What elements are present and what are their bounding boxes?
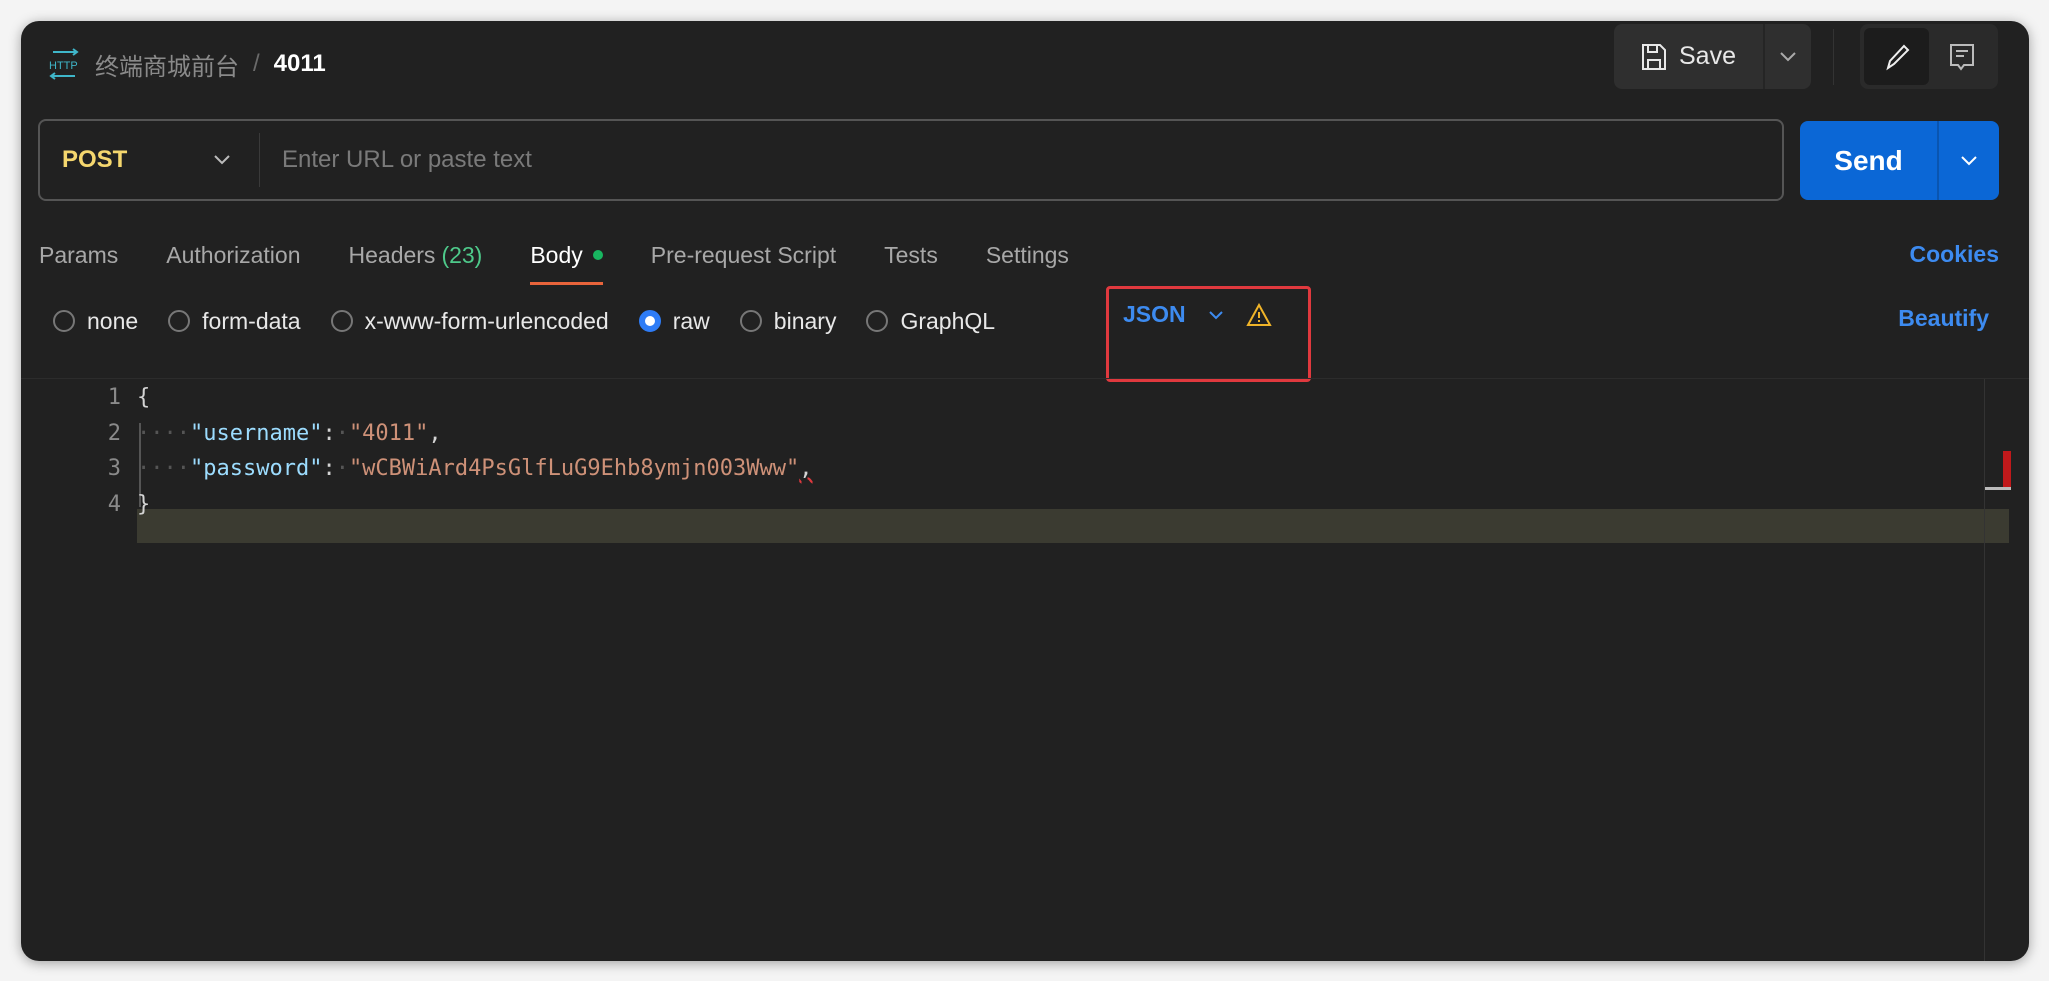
- json-value: "4011": [348, 421, 429, 446]
- radio-label: none: [87, 307, 139, 334]
- breadcrumb-separator: /: [253, 50, 260, 77]
- comment-icon: [1949, 43, 1974, 71]
- tab-authorization[interactable]: Authorization: [166, 227, 300, 283]
- save-group: Save: [1614, 24, 1811, 89]
- brace: {: [137, 385, 151, 410]
- save-icon: [1642, 43, 1666, 70]
- headers-count: (23): [441, 241, 483, 268]
- code-line: ····"password":·"wCBWiArd4PsGlfLuG9Ehb8y…: [137, 456, 813, 481]
- request-name[interactable]: 4011: [274, 50, 326, 78]
- radio-circle: [168, 310, 191, 332]
- request-tabs: Params Authorization Headers (23) Body Pr…: [39, 227, 1069, 285]
- code-line: {: [137, 385, 150, 410]
- comma: ,: [428, 421, 442, 446]
- tab-label: Settings: [985, 241, 1069, 268]
- code-editor[interactable]: 1 2 3 4 { ····"username":·"4011", ····"p…: [21, 378, 2029, 961]
- code-line: ····"username":·"4011",: [137, 421, 442, 446]
- tab-tests[interactable]: Tests: [884, 227, 938, 283]
- tab-label: Authorization: [166, 241, 301, 268]
- tab-label: Pre-request Script: [650, 241, 837, 268]
- json-key: "username": [189, 421, 323, 446]
- json-key: "password": [189, 456, 323, 481]
- comma-error: ,: [799, 456, 813, 481]
- tab-label: Tests: [884, 241, 938, 268]
- radio-label: binary: [773, 307, 837, 334]
- colon: :: [322, 421, 336, 446]
- cookies-link[interactable]: Cookies: [1910, 241, 1999, 268]
- highlight-box: [1106, 286, 1311, 382]
- tab-pre-request-script[interactable]: Pre-request Script: [651, 227, 836, 283]
- chevron-down-icon: [1961, 155, 1977, 165]
- save-options-button[interactable]: [1763, 24, 1811, 89]
- line-number: 4: [107, 492, 121, 517]
- beautify-link[interactable]: Beautify: [1898, 305, 1989, 332]
- save-button[interactable]: Save: [1614, 24, 1763, 89]
- edit-button[interactable]: [1864, 28, 1929, 85]
- radio-circle: [866, 310, 889, 332]
- radio-label: GraphQL: [900, 307, 996, 334]
- radio-circle: [739, 310, 762, 332]
- code-line: }: [137, 492, 150, 517]
- method-label: POST: [62, 146, 128, 173]
- save-label: Save: [1679, 42, 1736, 70]
- tab-params[interactable]: Params: [39, 227, 118, 283]
- tab-label: Params: [39, 241, 119, 268]
- current-line-highlight: [137, 509, 2009, 543]
- radio-label: raw: [672, 307, 710, 334]
- send-group: Send: [1800, 121, 1999, 200]
- view-toggle-group: [1860, 24, 1998, 89]
- line-number: 2: [107, 421, 121, 446]
- svg-text:HTTP: HTTP: [49, 60, 78, 72]
- scrollbar-track[interactable]: [1984, 379, 1985, 961]
- radio-circle: [53, 310, 75, 332]
- body-indicator-dot: [592, 250, 603, 260]
- chevron-down-icon: [1780, 51, 1796, 61]
- error-marker: [2003, 451, 2011, 487]
- tab-headers[interactable]: Headers (23): [349, 227, 483, 283]
- url-bar: POST: [38, 119, 1784, 201]
- url-input[interactable]: [260, 146, 1782, 174]
- tab-label: Headers: [348, 241, 436, 268]
- body-type-options: none form-data x-www-form-urlencoded raw…: [53, 301, 995, 341]
- json-value: "wCBWiArd4PsGlfLuG9Ehb8ymjn003Www": [348, 456, 800, 481]
- radio-label: form-data: [202, 307, 301, 334]
- chevron-down-icon: [214, 155, 230, 165]
- radio-graphql[interactable]: GraphQL: [866, 308, 995, 335]
- tab-body[interactable]: Body: [530, 227, 604, 285]
- breadcrumb: HTTP 终端商城前台 / 4011: [47, 39, 326, 89]
- divider: [1833, 29, 1834, 85]
- radio-circle-selected: [638, 310, 661, 332]
- radio-binary[interactable]: binary: [739, 307, 837, 335]
- comments-button[interactable]: [1929, 28, 1994, 85]
- http-icon: HTTP: [49, 48, 79, 80]
- tab-settings[interactable]: Settings: [986, 227, 1069, 283]
- send-button[interactable]: Send: [1800, 121, 1937, 200]
- method-select[interactable]: POST: [40, 133, 260, 187]
- radio-none[interactable]: none: [53, 308, 138, 335]
- collection-name[interactable]: 终端商城前台: [95, 47, 239, 82]
- colon: :: [322, 456, 336, 481]
- send-options-button[interactable]: [1937, 121, 1999, 200]
- cursor-marker: [1985, 487, 2011, 490]
- brace: }: [137, 492, 151, 517]
- line-number: 1: [107, 385, 121, 410]
- radio-raw[interactable]: raw: [638, 307, 710, 335]
- radio-circle: [330, 310, 353, 332]
- request-window: HTTP 终端商城前台 / 4011 Save POST Send Params…: [21, 21, 2029, 961]
- radio-form-data[interactable]: form-data: [168, 307, 301, 335]
- radio-label: x-www-form-urlencoded: [364, 307, 609, 334]
- radio-x-www-form-urlencoded[interactable]: x-www-form-urlencoded: [330, 307, 609, 335]
- line-number: 3: [107, 456, 121, 481]
- pencil-icon: [1885, 44, 1909, 70]
- tab-label: Body: [530, 241, 583, 268]
